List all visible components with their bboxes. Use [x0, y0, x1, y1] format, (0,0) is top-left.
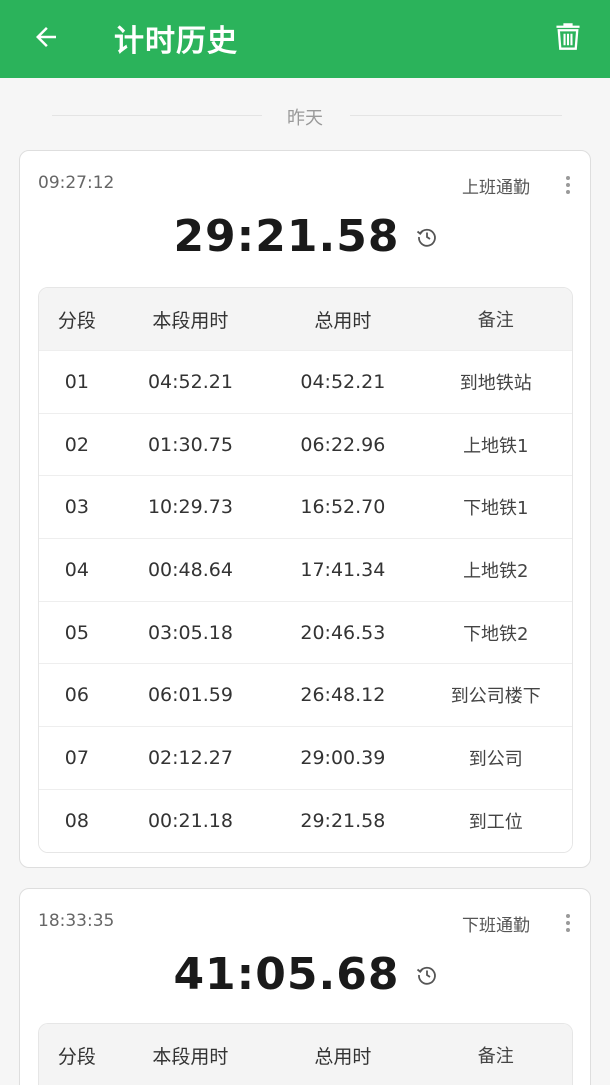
lap-note: 下地铁1: [463, 498, 529, 520]
lap-note: 到公司楼下: [450, 686, 541, 708]
lap-total-time: 26:48.12: [300, 684, 386, 707]
table-row[interactable]: 01 04:52.21 04:52.21 到地铁站: [39, 350, 572, 413]
header-note: 备注: [477, 1046, 514, 1067]
table-header: 分段 本段用时 总用时 备注: [39, 288, 572, 350]
more-vert-icon: [566, 176, 570, 180]
more-options-button[interactable]: [556, 909, 580, 937]
lap-index: 08: [64, 809, 89, 832]
divider: [350, 115, 562, 116]
lap-total-time: 17:41.34: [300, 558, 386, 581]
lap-table: 分段 本段用时 总用时 备注: [38, 1023, 573, 1085]
lap-index: 01: [64, 370, 89, 393]
lap-segment-time: 00:21.18: [147, 809, 233, 832]
more-options-button[interactable]: [556, 171, 580, 199]
lap-table: 分段 本段用时 总用时 备注 01 04:52.21 04:52.21 到地铁站…: [38, 287, 573, 853]
header-note: 备注: [477, 310, 514, 331]
history-icon[interactable]: [415, 963, 439, 987]
table-row[interactable]: 06 06:01.59 26:48.12 到公司楼下: [39, 663, 572, 727]
history-icon[interactable]: [415, 225, 439, 249]
total-time: 29:21.58: [173, 211, 400, 262]
lap-note: 到工位: [468, 811, 523, 833]
lap-note: 到公司: [468, 748, 523, 770]
table-row[interactable]: 03 10:29.73 16:52.70 下地铁1: [39, 475, 572, 539]
lap-total-time: 20:46.53: [300, 621, 386, 644]
lap-index: 02: [64, 433, 89, 456]
lap-index: 04: [64, 558, 89, 581]
lap-total-time: 29:00.39: [300, 746, 386, 769]
lap-index: 03: [64, 496, 89, 519]
table-row[interactable]: 07 02:12.27 29:00.39 到公司: [39, 726, 572, 789]
delete-all-button[interactable]: [548, 16, 588, 56]
lap-segment-time: 06:01.59: [147, 684, 233, 707]
record-start-time: 09:27:12: [38, 173, 115, 193]
back-button[interactable]: [26, 17, 66, 57]
lap-total-time: 16:52.70: [300, 496, 386, 519]
total-time: 41:05.68: [173, 949, 400, 1000]
date-group-label: 昨天: [287, 108, 323, 129]
lap-segment-time: 01:30.75: [147, 433, 233, 456]
lap-index: 07: [64, 746, 89, 769]
arrow-left-icon: [36, 27, 56, 47]
lap-segment-time: 00:48.64: [147, 558, 233, 581]
lap-index: 06: [64, 684, 89, 707]
lap-total-time: 04:52.21: [300, 370, 386, 393]
record-total: 41:05.68: [20, 949, 592, 1000]
record-card[interactable]: 09:27:12 上班通勤 29:21.58 分段 本段用时 总用时 备注 01…: [19, 150, 591, 868]
lap-total-time: 29:21.58: [300, 809, 386, 832]
lap-note: 到地铁站: [459, 372, 532, 394]
more-vert-icon: [566, 914, 570, 918]
header-index: 分段: [57, 1045, 96, 1068]
table-row[interactable]: 04 00:48.64 17:41.34 上地铁2: [39, 538, 572, 601]
record-label: 上班通勤: [462, 178, 530, 198]
date-separator: 昨天: [0, 100, 610, 132]
record-start-time: 18:33:35: [38, 911, 115, 931]
record-card[interactable]: 18:33:35 下班通勤 41:05.68 分段 本段用时 总用时 备注: [19, 888, 591, 1085]
header-total: 总用时: [314, 309, 372, 332]
lap-note: 上地铁1: [463, 435, 529, 457]
table-row[interactable]: 08 00:21.18 29:21.58 到工位: [39, 788, 572, 852]
header-segment: 本段用时: [152, 309, 229, 332]
header-total: 总用时: [314, 1045, 372, 1068]
lap-segment-time: 03:05.18: [147, 621, 233, 644]
header-segment: 本段用时: [152, 1045, 229, 1068]
lap-note: 上地铁2: [463, 560, 529, 582]
header-index: 分段: [57, 309, 96, 332]
lap-segment-time: 10:29.73: [147, 496, 233, 519]
lap-index: 05: [64, 621, 89, 644]
lap-segment-time: 02:12.27: [147, 746, 233, 769]
table-row[interactable]: 02 01:30.75 06:22.96 上地铁1: [39, 412, 572, 476]
app-bar: 计时历史: [0, 0, 610, 78]
lap-note: 下地铁2: [463, 623, 529, 645]
table-row[interactable]: 05 03:05.18 20:46.53 下地铁2: [39, 600, 572, 664]
lap-segment-time: 04:52.21: [147, 370, 233, 393]
lap-total-time: 06:22.96: [300, 433, 386, 456]
table-header: 分段 本段用时 总用时 备注: [39, 1024, 572, 1085]
record-label: 下班通勤: [462, 916, 530, 936]
page-title: 计时历史: [114, 24, 238, 59]
trash-icon: [556, 23, 580, 50]
record-total: 29:21.58: [20, 211, 592, 262]
